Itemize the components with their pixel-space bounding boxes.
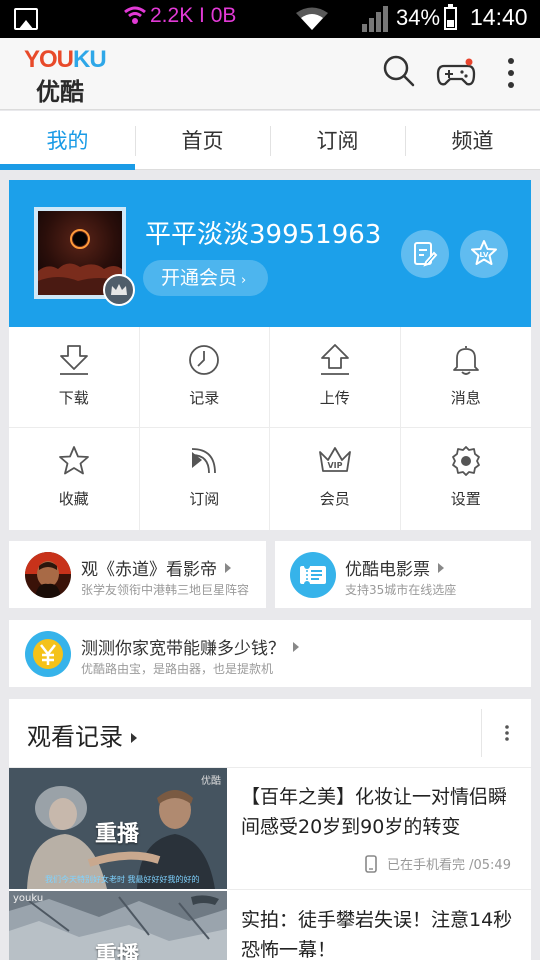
clock: 14:40 [470, 4, 528, 30]
svg-text:LV: LV [480, 251, 489, 259]
video-title[interactable]: 实拍：徒手攀岩失误！注意14秒恐怖一幕！ [241, 905, 517, 960]
edit-profile-button[interactable] [401, 230, 449, 278]
video-title[interactable]: 【百年之美】化妆让一对情侣瞬间感受20岁到90岁的转变 [241, 782, 517, 842]
watch-status: 已在手机看完 /05:49 [365, 854, 511, 873]
battery-percent: 34% [396, 5, 441, 30]
chevron-right-icon [131, 733, 137, 743]
promo-title: 优酷电影票 [345, 555, 444, 580]
wifi-icon [296, 7, 328, 30]
promo-subtitle: 支持35城市在线选座 [345, 583, 457, 597]
grid-item-upload[interactable]: 上传 [270, 327, 401, 428]
tab-mine[interactable]: 我的 [0, 111, 135, 170]
open-vip-button[interactable]: 开通会员 › [143, 260, 269, 296]
tab-home[interactable]: 首页 [135, 111, 270, 169]
upload-icon [320, 344, 349, 375]
level-button[interactable]: LV [460, 230, 508, 278]
replay-label: 重播 [95, 943, 140, 960]
level-star-icon: LV [471, 240, 497, 265]
star-icon [58, 446, 89, 475]
grid-item-favorites[interactable]: 收藏 [9, 428, 140, 530]
chevron-right-icon [225, 563, 231, 573]
watermark: youku [13, 893, 44, 904]
bell-icon [452, 346, 479, 375]
phone-icon [365, 854, 377, 873]
replay-label: 重播 [95, 822, 140, 847]
wifi-small-icon [124, 6, 146, 24]
watch-history-section: 观看记录 重播 优酷 我们今天特别好女老时 我最好好好我的好的 【百年之美】化妆… [9, 699, 531, 960]
chevron-right-icon [438, 563, 444, 573]
app-bar: YOUKU 优酷 [0, 38, 540, 110]
promo-card-router[interactable]: 测测你家宽带能赚多少钱？ 优酷路由宝，是路由器，也是提款机 [9, 620, 531, 687]
username: 平平淡淡39951963 [145, 220, 382, 250]
video-thumbnail[interactable]: 重播 优酷 我们今天特别好女老时 我最好好好我的好的 [9, 768, 227, 889]
video-thumbnail[interactable]: 重播 youku [9, 891, 227, 960]
logo-text: 优酷 [36, 78, 84, 106]
signal-icon [362, 6, 388, 32]
image-notification-icon [14, 8, 38, 30]
grid-item-subscribe[interactable]: 订阅 [140, 428, 270, 530]
function-grid: 下载 记录 上传 消息 收藏 订阅 VIP 会员 设置 [9, 327, 531, 530]
grid-item-messages[interactable]: 消息 [400, 327, 531, 428]
promo-card-equator[interactable]: 观《赤道》看影帝 张学友领衔中港韩三地巨星阵容 [9, 541, 266, 608]
rss-icon [192, 448, 217, 474]
yuan-coin-icon [25, 631, 71, 677]
chevron-right-icon [293, 642, 299, 652]
edit-icon [414, 242, 438, 267]
net-speed: 2.2K I 0B [150, 4, 237, 27]
grid-item-vip[interactable]: VIP 会员 [270, 428, 401, 530]
profile-card: 平平淡淡39951963 开通会员 › LV [9, 180, 531, 327]
status-bar: 2.2K I 0B 34% 14:40 [0, 0, 540, 38]
youku-logo: YOUKU [24, 46, 107, 73]
battery-icon [444, 4, 457, 30]
gear-icon [451, 446, 480, 476]
video-caption: 我们今天特别好女老时 我最好好好我的好的 [45, 875, 200, 884]
promo-title: 测测你家宽带能赚多少钱？ [81, 634, 299, 659]
download-icon [59, 345, 88, 375]
section-title[interactable]: 观看记录 [27, 717, 137, 752]
svg-text:VIP: VIP [327, 461, 342, 470]
promo-subtitle: 优酷路由宝，是路由器，也是提款机 [81, 662, 274, 676]
more-vert-icon[interactable] [505, 56, 517, 90]
tab-bar: 我的 首页 订阅 频道 [0, 111, 540, 170]
promo-thumb-actor [25, 552, 71, 598]
grid-item-settings[interactable]: 设置 [401, 428, 532, 530]
more-vert-icon [504, 725, 509, 741]
tab-channels[interactable]: 频道 [405, 111, 540, 169]
promo-card-movie-tickets[interactable]: 优酷电影票 支持35城市在线选座 [275, 541, 531, 608]
promo-subtitle: 张学友领衔中港韩三地巨星阵容 [81, 583, 250, 597]
grid-item-history[interactable]: 记录 [139, 327, 270, 428]
ticket-icon [290, 552, 336, 598]
crown-badge-icon [103, 274, 135, 306]
tab-subscriptions[interactable]: 订阅 [270, 111, 405, 169]
gamepad-icon[interactable] [436, 58, 476, 88]
grid-item-download[interactable]: 下载 [9, 327, 140, 428]
clock-icon [189, 345, 220, 375]
vip-crown-icon: VIP [318, 447, 351, 472]
watermark: 优酷 [201, 776, 221, 787]
search-icon[interactable] [382, 54, 416, 90]
promo-title: 观《赤道》看影帝 [81, 555, 231, 580]
history-more-button[interactable] [481, 709, 531, 757]
